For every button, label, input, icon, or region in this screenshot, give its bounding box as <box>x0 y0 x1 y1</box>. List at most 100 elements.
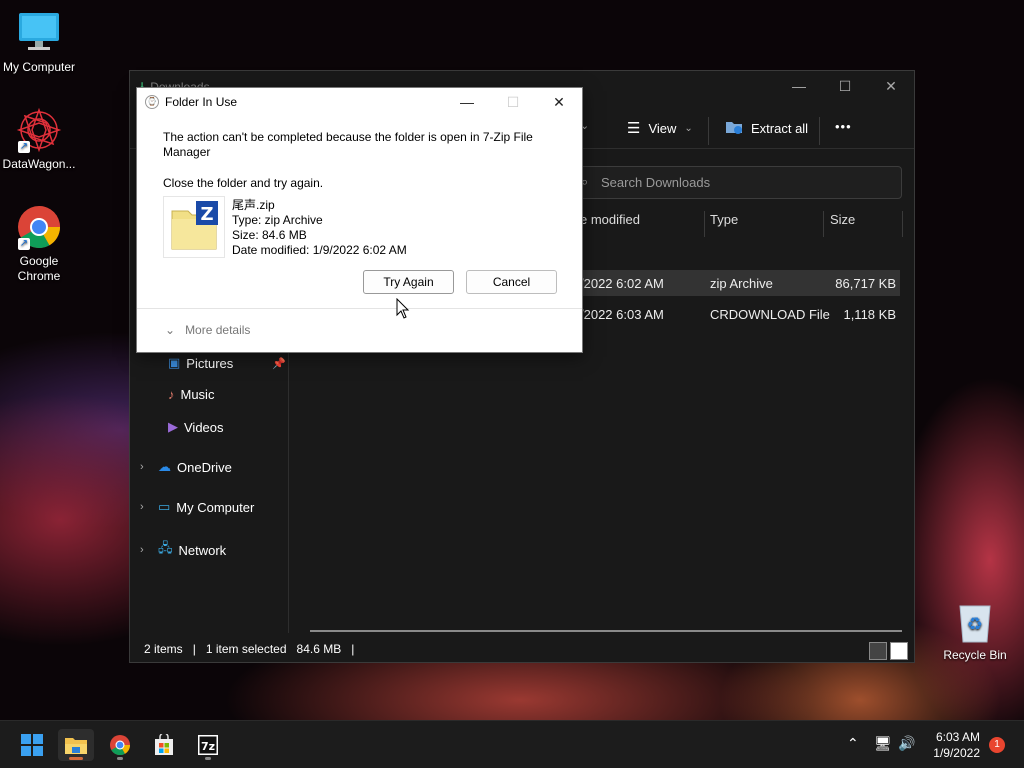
more-options-button[interactable]: ••• <box>835 119 852 134</box>
large-icons-view-button[interactable] <box>890 642 908 660</box>
file-date: /2022 6:03 AM <box>580 307 664 322</box>
pictures-icon: ▣ <box>168 355 181 370</box>
chevron-up-icon[interactable]: ⌃ <box>847 735 859 752</box>
desktop-icon-datawagon[interactable]: ↗ DataWagon... <box>0 107 78 171</box>
notification-badge[interactable]: 1 <box>989 737 1005 753</box>
file-date: /2022 6:02 AM <box>580 276 664 291</box>
column-header-type[interactable]: Type <box>710 212 738 236</box>
file-type: zip Archive <box>710 276 773 291</box>
store-icon <box>155 734 173 755</box>
chevron-down-icon: ⌄ <box>684 122 693 134</box>
running-indicator <box>205 757 211 760</box>
nav-item-pictures[interactable]: ▣ Pictures <box>168 355 233 371</box>
view-button[interactable]: ☰ View ⌄ <box>627 119 693 137</box>
extract-all-label: Extract all <box>751 121 809 136</box>
horizontal-scrollbar[interactable] <box>310 630 902 632</box>
onedrive-icon: ☁ <box>158 459 171 474</box>
clock-date: 1/9/2022 <box>933 746 980 760</box>
desktop-icon-label: My Computer <box>2 60 76 74</box>
desktop-icon-google-chrome[interactable]: ↗ Google Chrome <box>0 204 78 284</box>
desktop-icon-label: DataWagon... <box>2 157 76 171</box>
clock-icon: ⌚ <box>145 95 159 109</box>
taskbar-7zip[interactable]: 7z <box>190 729 226 761</box>
start-button[interactable] <box>14 729 50 761</box>
shortcut-arrow-icon: ↗ <box>18 141 30 153</box>
selection-size: 84.6 MB <box>296 642 342 656</box>
close-button[interactable]: ✕ <box>868 71 914 101</box>
file-size: Size: 84.6 MB <box>232 228 307 242</box>
volume-icon[interactable]: 🔊 <box>898 735 915 752</box>
taskbar: 7z ⌃ 🖥 🔊 6:03 AM 1/9/2022 1 <box>0 720 1024 768</box>
desktop-icon-label: Google Chrome <box>17 254 61 283</box>
cancel-button[interactable]: Cancel <box>466 270 557 294</box>
file-date-modified: Date modified: 1/9/2022 6:02 AM <box>232 243 407 257</box>
nav-item-onedrive[interactable]: › ☁ OneDrive <box>140 459 232 475</box>
column-divider <box>704 211 705 237</box>
desktop-icon-recycle-bin[interactable]: ♻ Recycle Bin <box>936 598 1014 662</box>
network-icon: 🖧 <box>158 540 173 555</box>
nav-item-network[interactable]: › 🖧 Network <box>140 539 226 561</box>
active-indicator <box>69 757 83 760</box>
svg-text:♻: ♻ <box>967 614 983 635</box>
network-status-icon[interactable]: 🖥 <box>874 735 892 752</box>
column-header-size[interactable]: Size <box>830 212 855 236</box>
desktop-icon-label: Recycle Bin <box>943 648 1007 662</box>
mandala-icon: ↗ <box>16 107 62 153</box>
column-header-date-modified[interactable]: e modified <box>580 212 640 236</box>
pin-icon[interactable]: 📌 <box>272 357 286 370</box>
more-dots-icon: ••• <box>835 119 852 134</box>
desktop-icon-my-computer[interactable]: My Computer <box>0 10 78 74</box>
7zip-icon: 7z <box>198 735 218 755</box>
more-details-label: More details <box>185 323 251 337</box>
maximize-button[interactable]: ☐ <box>822 71 868 101</box>
chevron-down-icon: ⌄ <box>165 323 176 337</box>
nav-item-my-computer[interactable]: › ▭ My Computer <box>140 499 254 515</box>
view-label: View <box>648 120 677 136</box>
toolbar-divider <box>819 117 820 145</box>
more-details-toggle[interactable]: ⌄ More details <box>137 308 582 352</box>
taskbar-store[interactable] <box>146 729 182 761</box>
status-divider: | <box>192 642 196 656</box>
nav-item-label: Music <box>180 387 215 402</box>
view-lines-icon: ☰ <box>627 120 641 137</box>
extract-all-button[interactable]: Extract all <box>725 119 808 138</box>
file-size: 86,717 KB <box>835 276 896 291</box>
chevron-right-icon[interactable]: › <box>140 501 152 513</box>
minimize-button[interactable]: — <box>776 71 822 101</box>
nav-item-label: Pictures <box>186 355 234 371</box>
music-icon: ♪ <box>168 387 175 402</box>
file-row[interactable]: /2022 6:03 AM CRDOWNLOAD File 1,118 KB <box>560 301 900 327</box>
taskbar-clock[interactable]: 6:03 AM 1/9/2022 <box>933 729 980 761</box>
file-row[interactable]: /2022 6:02 AM zip Archive 86,717 KB <box>560 270 900 296</box>
taskbar-file-explorer[interactable] <box>58 729 94 761</box>
dialog-message: The action can't be completed because th… <box>163 130 533 159</box>
maximize-button: ☐ <box>506 93 520 110</box>
taskbar-chrome[interactable] <box>102 729 138 761</box>
chevron-right-icon[interactable]: › <box>140 544 152 556</box>
explorer-window-controls: — ☐ ✕ <box>776 71 914 101</box>
nav-item-label: Network <box>178 542 227 558</box>
running-indicator <box>117 757 123 760</box>
nav-item-videos[interactable]: ▶ Videos <box>168 419 224 435</box>
nav-item-label: OneDrive <box>177 459 232 475</box>
file-name: 尾声.zip <box>232 198 275 212</box>
minimize-button[interactable]: — <box>444 88 490 116</box>
shortcut-arrow-icon: ↗ <box>18 238 30 250</box>
column-divider <box>823 211 824 237</box>
file-info: 尾声.zip Type: zip Archive Size: 84.6 MB D… <box>232 198 407 258</box>
start-icon <box>21 734 43 756</box>
search-input[interactable]: ⌕ Search Downloads <box>570 166 902 199</box>
column-divider <box>902 211 903 237</box>
try-again-button[interactable]: Try Again <box>363 270 454 294</box>
item-count: 2 items <box>144 642 183 656</box>
nav-item-music[interactable]: ♪ Music <box>168 387 214 402</box>
close-button[interactable]: ✕ <box>536 88 582 116</box>
zip-file-icon: Z <box>163 196 225 258</box>
file-explorer-icon <box>65 738 87 754</box>
details-view-button[interactable] <box>869 642 887 660</box>
chevron-right-icon[interactable]: › <box>140 461 152 473</box>
file-type: CRDOWNLOAD File <box>710 307 830 322</box>
dialog-window-controls: — ☐ ✕ <box>444 88 582 116</box>
svg-text:7z: 7z <box>201 740 215 753</box>
extract-folder-icon <box>725 119 743 138</box>
